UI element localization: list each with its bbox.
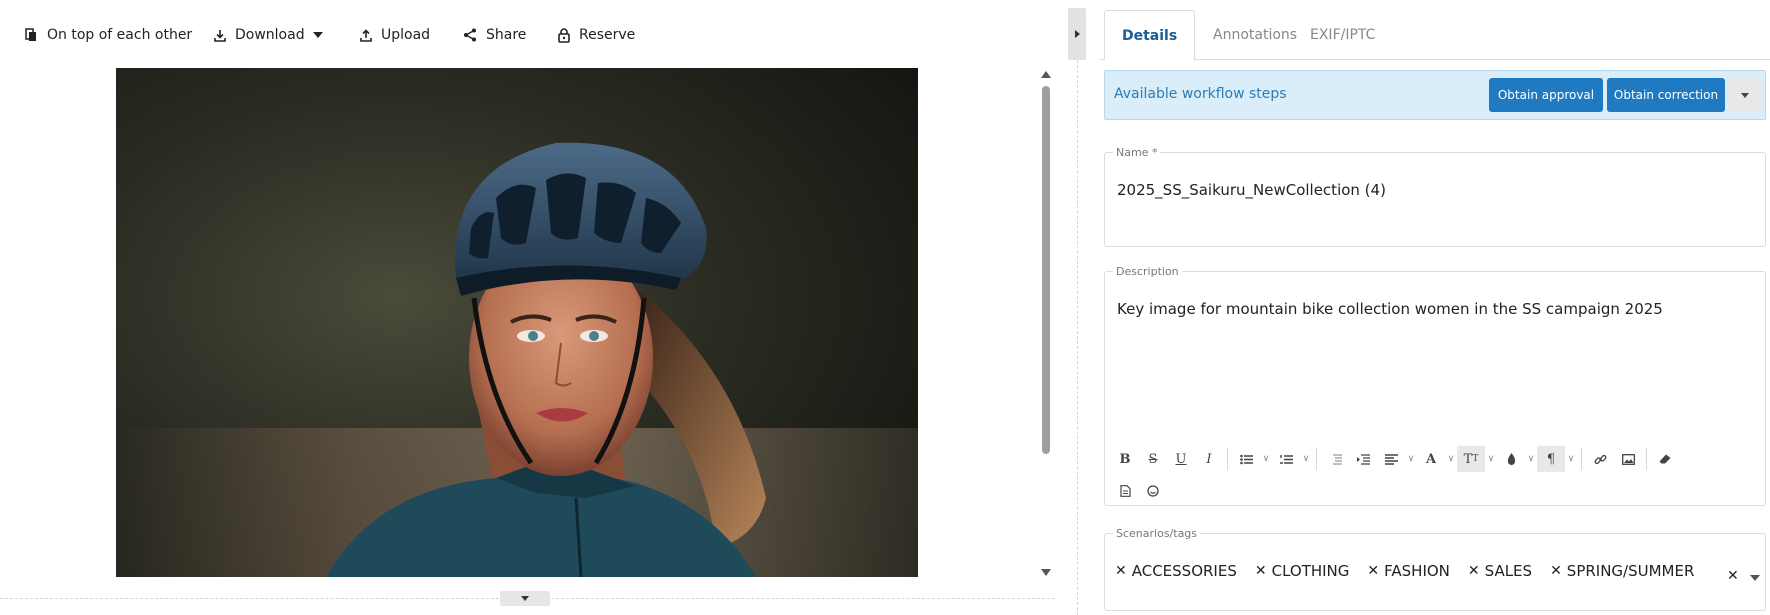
image-icon[interactable] xyxy=(1614,446,1642,472)
details-panel: Details Annotations EXIF/IPTC Available … xyxy=(1100,0,1770,615)
caret-down-icon xyxy=(313,32,323,38)
download-label: Download xyxy=(235,27,305,43)
chevron-down-icon[interactable]: ∨ xyxy=(1300,446,1312,472)
description-editor[interactable]: Key image for mountain bike collection w… xyxy=(1117,300,1663,318)
chevron-down-icon[interactable]: ∨ xyxy=(1445,446,1457,472)
tag-chip[interactable]: ✕ CLOTHING xyxy=(1255,562,1350,580)
outdent-icon[interactable] xyxy=(1321,446,1349,472)
italic-icon[interactable]: I xyxy=(1195,446,1223,472)
download-icon xyxy=(214,29,226,42)
layers-icon xyxy=(25,28,36,41)
tag-label: SALES xyxy=(1484,562,1533,580)
font-size-icon[interactable]: TT xyxy=(1457,446,1485,472)
share-label: Share xyxy=(486,27,527,43)
description-field-label: Description xyxy=(1116,265,1179,278)
remove-tag-icon[interactable]: ✕ xyxy=(1115,563,1127,579)
chevron-down-icon[interactable]: ∨ xyxy=(1485,446,1497,472)
paragraph-icon[interactable]: ¶ xyxy=(1537,446,1565,472)
emoji-icon[interactable] xyxy=(1139,478,1167,504)
toolbar-divider xyxy=(1316,448,1317,470)
source-code-icon[interactable] xyxy=(1111,478,1139,504)
expand-panel-handle[interactable] xyxy=(500,591,550,606)
view-mode-button[interactable]: On top of each other xyxy=(25,22,192,48)
remove-tag-icon[interactable]: ✕ xyxy=(1550,563,1562,579)
chevron-down-icon[interactable]: ∨ xyxy=(1405,446,1417,472)
reserve-button[interactable]: Reserve xyxy=(558,22,635,48)
workflow-more-button[interactable] xyxy=(1728,78,1762,112)
cyclist-portrait-image xyxy=(116,68,918,577)
share-button[interactable]: Share xyxy=(463,22,526,48)
chevron-down-icon[interactable]: ∨ xyxy=(1565,446,1577,472)
obtain-approval-button[interactable]: Obtain approval xyxy=(1489,78,1603,112)
download-options-button[interactable] xyxy=(313,22,332,48)
preview-pane: On top of each other Download Upload Sha… xyxy=(0,0,1065,615)
tab-label: Details xyxy=(1122,27,1178,44)
tags-dropdown-icon[interactable] xyxy=(1750,575,1760,581)
toolbar-divider xyxy=(1581,448,1582,470)
collapse-sidebar-handle[interactable] xyxy=(1068,8,1086,60)
name-field-label: Name * xyxy=(1116,146,1158,159)
scrollbar-thumb[interactable] xyxy=(1042,86,1050,454)
clear-tags-icon[interactable]: ✕ xyxy=(1727,568,1739,584)
name-input[interactable]: 2025_SS_Saikuru_NewCollection (4) xyxy=(1117,181,1386,199)
obtain-correction-button[interactable]: Obtain correction xyxy=(1607,78,1725,112)
tab-exif-iptc[interactable]: EXIF/IPTC xyxy=(1293,10,1392,60)
reserve-label: Reserve xyxy=(579,27,636,43)
workflow-bar: Available workflow steps Obtain approval… xyxy=(1104,70,1766,120)
detail-tabs: Details Annotations EXIF/IPTC xyxy=(1100,10,1770,61)
strikethrough-icon[interactable]: S xyxy=(1139,446,1167,472)
tag-chip[interactable]: ✕ ACCESSORIES xyxy=(1115,562,1237,580)
tags-list: ✕ ACCESSORIES ✕ CLOTHING ✕ FASHION ✕ SALES ✕… xyxy=(1115,562,1694,580)
description-field[interactable]: Description Key image for mountain bike … xyxy=(1104,265,1766,506)
font-color-icon[interactable]: A xyxy=(1417,446,1445,472)
toolbar-divider xyxy=(1646,448,1647,470)
preview-toolbar: On top of each other Download Upload Sha… xyxy=(0,0,1065,70)
lock-icon xyxy=(558,27,570,43)
rich-text-toolbar: B S U I ∨ ∨ ∨ A ∨ T T ∨ ∨ ¶ ∨ xyxy=(1111,446,1679,472)
remove-tag-icon[interactable]: ✕ xyxy=(1468,563,1480,579)
name-field[interactable]: Name * 2025_SS_Saikuru_NewCollection (4) xyxy=(1104,146,1766,247)
chevron-down-icon[interactable]: ∨ xyxy=(1525,446,1537,472)
asset-preview-image xyxy=(116,68,918,577)
remove-tag-icon[interactable]: ✕ xyxy=(1367,563,1379,579)
tags-field[interactable]: Scenarios/tags ✕ ACCESSORIES ✕ CLOTHING ✕ F… xyxy=(1104,527,1766,611)
workflow-label: Available workflow steps xyxy=(1114,86,1287,102)
upload-button[interactable]: Upload xyxy=(360,22,430,48)
link-icon[interactable] xyxy=(1586,446,1614,472)
download-button[interactable]: Download xyxy=(214,22,305,48)
share-icon xyxy=(464,28,476,42)
view-mode-label: On top of each other xyxy=(47,27,193,43)
tab-details[interactable]: Details xyxy=(1104,10,1196,61)
eraser-icon[interactable] xyxy=(1651,446,1679,472)
tag-chip[interactable]: ✕ SALES xyxy=(1468,562,1532,580)
bulleted-list-icon[interactable] xyxy=(1232,446,1260,472)
upload-icon xyxy=(360,28,372,42)
preview-scrollbar[interactable] xyxy=(1039,68,1053,578)
vertical-splitter-line xyxy=(1077,60,1078,615)
scroll-up-icon[interactable] xyxy=(1041,71,1051,78)
align-icon[interactable] xyxy=(1377,446,1405,472)
scroll-down-icon[interactable] xyxy=(1041,569,1051,576)
tag-label: ACCESSORIES xyxy=(1131,562,1237,580)
tag-chip[interactable]: ✕ SPRING/SUMMER xyxy=(1550,562,1694,580)
numbered-list-icon[interactable] xyxy=(1272,446,1300,472)
bold-icon[interactable]: B xyxy=(1111,446,1139,472)
underline-icon[interactable]: U xyxy=(1167,446,1195,472)
indent-icon[interactable] xyxy=(1349,446,1377,472)
chevron-down-icon[interactable]: ∨ xyxy=(1260,446,1272,472)
rich-text-toolbar-row-2 xyxy=(1111,478,1167,504)
remove-tag-icon[interactable]: ✕ xyxy=(1255,563,1267,579)
tag-label: SPRING/SUMMER xyxy=(1566,562,1695,580)
upload-label: Upload xyxy=(381,27,431,43)
tab-label: Annotations xyxy=(1213,27,1298,43)
tags-field-label: Scenarios/tags xyxy=(1116,527,1198,540)
tag-chip[interactable]: ✕ FASHION xyxy=(1367,562,1450,580)
toolbar-divider xyxy=(1227,448,1228,470)
tag-label: CLOTHING xyxy=(1271,562,1350,580)
tab-label: EXIF/IPTC xyxy=(1310,27,1376,43)
highlight-icon[interactable] xyxy=(1497,446,1525,472)
tag-label: FASHION xyxy=(1384,562,1450,580)
